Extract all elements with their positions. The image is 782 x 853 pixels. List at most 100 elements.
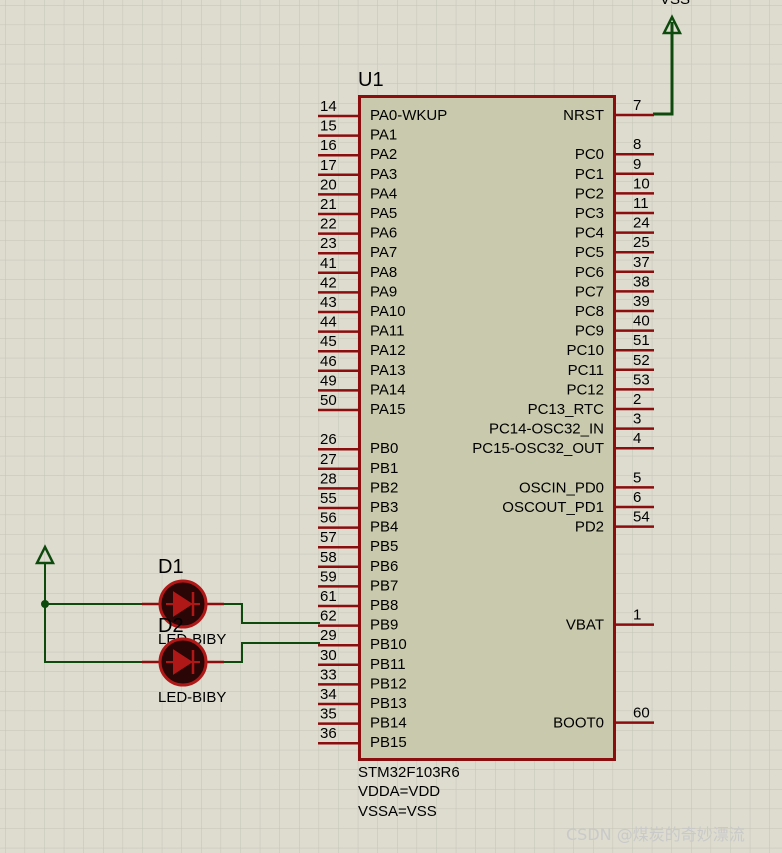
pin-name: PA14	[370, 381, 406, 398]
pin-number: 17	[320, 157, 337, 174]
pin-name: PB15	[370, 734, 407, 751]
pin-number: 8	[633, 136, 641, 153]
pin-name: BOOT0	[553, 715, 604, 732]
pin-name: PB14	[370, 715, 407, 732]
pin-name: PD2	[575, 519, 604, 536]
pin-name: PA11	[370, 323, 404, 340]
chip-part: STM32F103R6	[358, 764, 460, 781]
pin-number: 1	[633, 607, 641, 624]
pin-name: PB0	[370, 440, 398, 457]
pin-name: PA3	[370, 166, 397, 183]
pin-number: 45	[320, 333, 337, 350]
pin-name: PC14-OSC32_IN	[489, 421, 604, 438]
pin-name: PC5	[575, 244, 604, 261]
pin-name: PC6	[575, 264, 604, 281]
pin-number: 51	[633, 332, 650, 349]
pin-number: 34	[320, 686, 337, 703]
pin-name: PA2	[370, 146, 397, 163]
schematic-canvas: VSS U1 14PA0-WKUP15PA116PA217PA320PA421P…	[0, 0, 782, 853]
pin-name: PC9	[575, 323, 604, 340]
pin-name: PA4	[370, 185, 397, 202]
pin-number: 16	[320, 137, 337, 154]
pin-number: 7	[633, 97, 641, 114]
pin-name: PB13	[370, 695, 407, 712]
pin-number: 50	[320, 392, 337, 409]
pin-name: PA5	[370, 205, 397, 222]
pin-name: PC2	[575, 185, 604, 202]
pin-number: 37	[633, 254, 650, 271]
d2-ref: D2	[158, 615, 184, 637]
watermark: CSDN @煤炭的奇妙漂流	[566, 825, 745, 844]
pin-number: 43	[320, 294, 337, 311]
pin-name: PC11	[568, 362, 604, 379]
pin-number: 10	[633, 175, 650, 192]
pin-number: 38	[633, 273, 650, 290]
pin-number: 40	[633, 313, 650, 330]
pin-number: 23	[320, 235, 337, 252]
pin-name: PB12	[370, 675, 407, 692]
pin-number: 27	[320, 451, 337, 468]
d1-ref: D1	[158, 556, 184, 578]
pin-name: PC7	[575, 283, 604, 300]
pin-number: 11	[633, 195, 649, 212]
pin-number: 56	[320, 510, 337, 527]
pin-name: PB10	[370, 636, 407, 653]
pin-number: 54	[633, 509, 650, 526]
pin-number: 28	[320, 470, 337, 487]
pin-number: 15	[320, 118, 337, 135]
pin-name: PA7	[370, 244, 397, 261]
pin-name: PC13_RTC	[528, 401, 605, 418]
pin-number: 9	[633, 156, 641, 173]
pin-name: PA0-WKUP	[370, 107, 447, 124]
pin-number: 14	[320, 98, 337, 115]
pin-number: 49	[320, 372, 337, 389]
d2-value: LED-BIBY	[158, 689, 226, 706]
pin-name: PB9	[370, 617, 398, 634]
chip-note-vssa: VSSA=VSS	[358, 803, 437, 820]
pin-number: 46	[320, 353, 337, 370]
pin-name: PB3	[370, 499, 398, 516]
pin-number: 20	[320, 176, 337, 193]
pin-name: NRST	[563, 107, 604, 124]
pin-name: PC10	[566, 342, 604, 359]
pin-number: 58	[320, 549, 337, 566]
pin-number: 29	[320, 627, 337, 644]
pin-name: PC3	[575, 205, 604, 222]
pin-number: 55	[320, 490, 337, 507]
pin-name: PC1	[575, 166, 604, 183]
pin-number: 24	[633, 215, 650, 232]
pin-number: 33	[320, 666, 337, 683]
pin-name: PB7	[370, 577, 398, 594]
pin-name: PC8	[575, 303, 604, 320]
chip-ref: U1	[358, 69, 384, 91]
pin-number: 4	[633, 430, 641, 447]
pin-name: PA9	[370, 283, 397, 300]
pin-name: VBAT	[566, 617, 604, 634]
pin-number: 6	[633, 489, 641, 506]
pin-name: PB5	[370, 538, 398, 555]
pin-number: 26	[320, 431, 337, 448]
pin-name: PA6	[370, 225, 397, 242]
pin-number: 41	[320, 255, 337, 272]
pin-number: 25	[633, 234, 650, 251]
pin-name: PB1	[370, 460, 398, 477]
pin-name: PB11	[370, 656, 406, 673]
pin-name: PB4	[370, 519, 398, 536]
pin-number: 62	[320, 608, 337, 625]
pin-name: PC0	[575, 146, 604, 163]
pin-number: 52	[633, 352, 650, 369]
pin-number: 53	[633, 371, 650, 388]
pin-name: PA15	[370, 401, 406, 418]
pin-number: 30	[320, 647, 337, 664]
stm32-chip[interactable]: U1 14PA0-WKUP15PA116PA217PA320PA421PA522…	[318, 69, 654, 820]
pin-name: PA12	[370, 342, 406, 359]
pin-number: 59	[320, 568, 337, 585]
pin-name: PB6	[370, 558, 398, 575]
pin-name: PA8	[370, 264, 397, 281]
pin-name: PC4	[575, 225, 604, 242]
pin-number: 61	[320, 588, 337, 605]
vss-label: VSS	[660, 0, 690, 8]
pin-name: PC12	[566, 381, 604, 398]
pin-name: PA10	[370, 303, 406, 320]
pin-name: PC15-OSC32_OUT	[472, 440, 604, 457]
